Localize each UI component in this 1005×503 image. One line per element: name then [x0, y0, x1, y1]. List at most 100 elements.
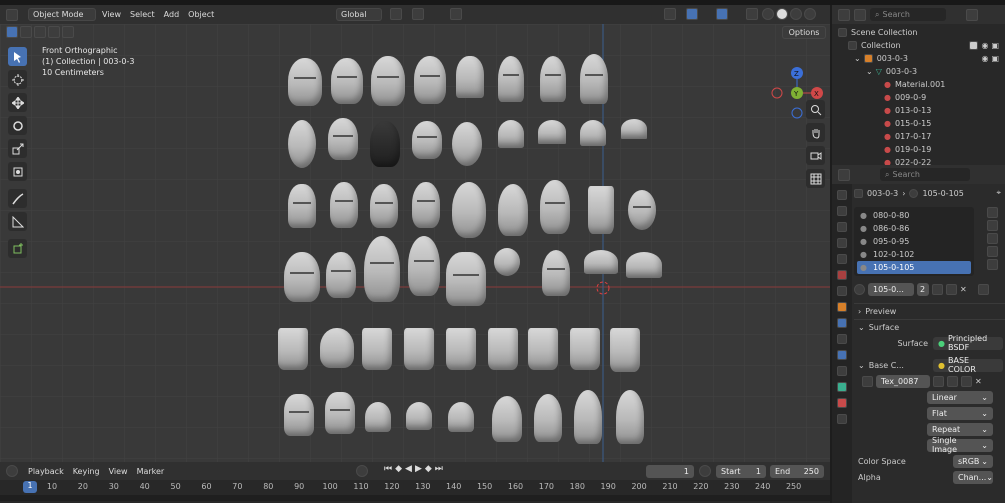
helmet-model[interactable] — [580, 54, 608, 104]
visibility-icon[interactable] — [664, 8, 676, 20]
projection-dropdown[interactable]: Flat ⌄ — [927, 406, 993, 420]
helmet-model[interactable] — [540, 56, 566, 102]
helmet-model[interactable] — [412, 121, 442, 159]
source-dropdown[interactable]: Single Image ⌄ — [927, 436, 993, 454]
open-image-icon[interactable] — [961, 375, 972, 387]
material-name-field[interactable]: 105-0... — [868, 282, 914, 296]
outliner-editor-icon[interactable] — [838, 8, 850, 21]
timeline-scrollbar[interactable] — [0, 495, 830, 501]
clock-icon[interactable] — [699, 465, 711, 477]
helmet-model[interactable] — [456, 56, 484, 98]
menu-marker[interactable]: Marker — [137, 467, 165, 476]
camera-icon[interactable]: ▣ — [991, 41, 999, 50]
xray-icon[interactable] — [746, 8, 758, 20]
helmet-model[interactable] — [326, 252, 356, 298]
helmet-model[interactable] — [488, 328, 518, 370]
modifier-tab-icon[interactable] — [837, 318, 847, 328]
helmet-model[interactable] — [628, 190, 656, 230]
duplicate-icon[interactable] — [946, 283, 957, 295]
menu-add[interactable]: Add — [164, 10, 180, 19]
helmet-model[interactable] — [538, 120, 566, 144]
proportional-edit-icon[interactable] — [450, 8, 462, 20]
move-down-icon[interactable] — [987, 259, 998, 270]
prev-keyframe-icon[interactable]: ◆ — [395, 464, 402, 474]
helmet-model[interactable] — [404, 328, 434, 370]
end-frame-field[interactable]: End 250 — [770, 465, 824, 478]
helmet-model[interactable] — [414, 56, 446, 104]
color-space-dropdown[interactable]: sRGB ⌄ — [953, 454, 993, 468]
physics-tab-icon[interactable] — [837, 350, 847, 360]
editor-type-icon[interactable] — [6, 8, 18, 21]
render-shading-icon[interactable] — [804, 8, 816, 20]
helmet-model[interactable] — [498, 120, 524, 148]
expand-chevron-icon[interactable]: ⌄ — [854, 54, 861, 63]
jump-start-icon[interactable]: ⏮ — [384, 464, 392, 474]
helmet-model[interactable] — [540, 180, 570, 234]
helmet-model[interactable] — [278, 328, 308, 370]
material-slot[interactable]: ● 080-0-80 — [857, 209, 971, 222]
timeline-ruler[interactable]: 1 10 20 30 40 50 60 70 80 90 100 110 120 130 140 150 16… — [0, 480, 830, 503]
helmet-model[interactable] — [325, 392, 355, 434]
helmet-model[interactable] — [331, 58, 363, 104]
helmet-model[interactable] — [584, 250, 618, 274]
pin-icon[interactable]: ⌖ — [996, 188, 1001, 198]
next-keyframe-icon[interactable]: ◆ — [425, 464, 432, 474]
helmet-model[interactable] — [288, 184, 316, 228]
ortho-grid-icon[interactable] — [806, 169, 825, 188]
extension-dropdown[interactable]: Repeat ⌄ — [927, 422, 993, 436]
menu-playback[interactable]: Playback — [28, 467, 64, 476]
zoom-icon[interactable] — [806, 100, 825, 119]
tree-row-collection[interactable]: Collection ◉ ▣ — [838, 39, 999, 52]
material-slot[interactable]: ● 102-0-102 — [857, 248, 971, 261]
outliner-search-input[interactable]: ⌕ Search — [870, 8, 946, 21]
tree-row-material[interactable]: ● Material.001 — [838, 78, 999, 91]
collection-tab-icon[interactable] — [837, 286, 847, 296]
tree-row-material[interactable]: ● 019-0-19 — [838, 143, 999, 156]
helmet-model[interactable] — [288, 58, 322, 106]
camera-view-icon[interactable] — [806, 146, 825, 165]
solid-shading-icon[interactable] — [776, 8, 788, 20]
expand-chevron-icon[interactable]: ⌄ — [866, 67, 873, 76]
object-tab-icon[interactable] — [837, 302, 847, 312]
fake-user-icon[interactable] — [932, 283, 943, 295]
overlay-toggle-icon[interactable] — [716, 8, 728, 20]
tree-row-material[interactable]: ● 015-0-15 — [838, 117, 999, 130]
fake-user-icon[interactable] — [933, 375, 944, 387]
helmet-model[interactable] — [320, 328, 354, 368]
filter-icon[interactable] — [966, 8, 978, 21]
helmet-model[interactable] — [610, 328, 640, 372]
image-browse-icon[interactable] — [862, 375, 873, 387]
base-color-field[interactable]: ● BASE COLOR — [933, 356, 1003, 374]
helmet-model[interactable] — [534, 394, 562, 442]
helmet-model[interactable] — [574, 390, 602, 444]
helmet-model[interactable] — [406, 402, 432, 430]
remove-slot-icon[interactable] — [987, 220, 998, 231]
image-name-field[interactable]: Tex_0087 — [876, 374, 930, 388]
helmet-model[interactable] — [288, 120, 316, 168]
helmet-model[interactable] — [494, 248, 520, 276]
menu-view-timeline[interactable]: View — [109, 467, 128, 476]
material-shading-icon[interactable] — [790, 8, 802, 20]
particles-tab-icon[interactable] — [837, 334, 847, 344]
properties-search-input[interactable]: ⌕ Search — [880, 168, 970, 181]
helmet-model[interactable] — [621, 119, 647, 139]
tree-row-material[interactable]: ● 013-0-13 — [838, 104, 999, 117]
gizmo-neg-z-icon[interactable] — [791, 107, 803, 119]
material-browse-icon[interactable] — [854, 283, 865, 295]
unlink-icon[interactable]: ✕ — [960, 285, 967, 294]
scene-tab-icon[interactable] — [837, 254, 847, 264]
mode-dropdown[interactable]: Object Mode — [28, 8, 96, 21]
data-tab-icon[interactable] — [837, 382, 847, 392]
helmet-model[interactable] — [408, 236, 440, 296]
preview-panel-header[interactable]: › Preview — [854, 303, 1005, 319]
helmet-model[interactable] — [448, 402, 474, 432]
helmet-model[interactable] — [580, 120, 606, 146]
gizmo-toggle-icon[interactable] — [686, 8, 698, 20]
properties-editor-icon[interactable] — [838, 168, 850, 181]
tree-row-mesh[interactable]: ⌄ ▽ 003-0-3 — [838, 65, 999, 78]
helmet-model[interactable] — [328, 118, 358, 160]
helmet-model[interactable] — [370, 184, 398, 228]
options-dropdown[interactable]: Options — [782, 26, 826, 39]
helmet-model[interactable] — [570, 328, 600, 370]
helmet-model[interactable] — [492, 396, 522, 442]
